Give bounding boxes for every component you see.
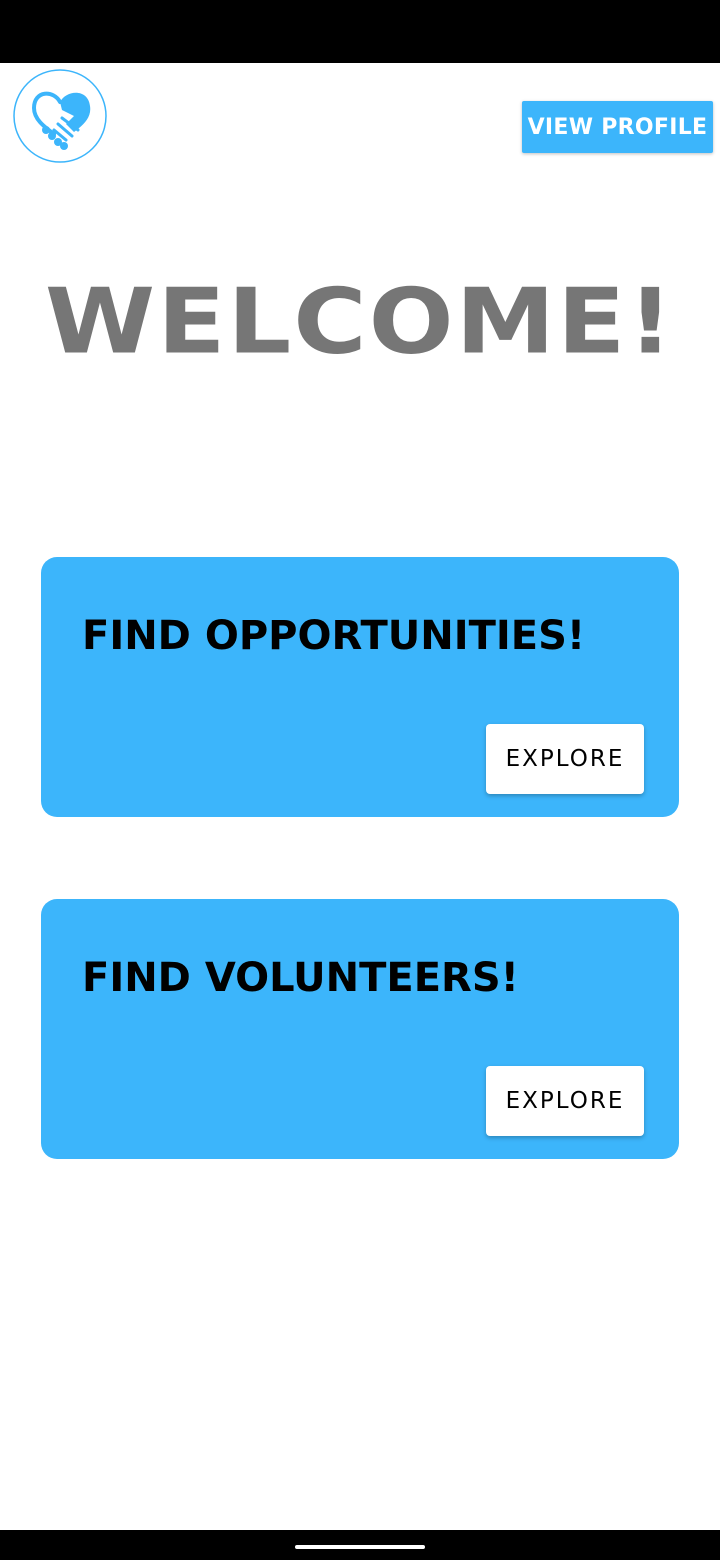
home-indicator[interactable] bbox=[295, 1545, 425, 1549]
explore-opportunities-button[interactable]: EXPLORE bbox=[486, 724, 644, 794]
find-opportunities-title: FIND OPPORTUNITIES! bbox=[82, 613, 586, 659]
view-profile-button[interactable]: VIEW PROFILE bbox=[522, 101, 713, 153]
handshake-heart-icon[interactable] bbox=[12, 68, 108, 164]
find-volunteers-card: FIND VOLUNTEERS! EXPLORE bbox=[41, 899, 679, 1159]
welcome-title: WELCOME! bbox=[44, 268, 676, 375]
find-opportunities-card: FIND OPPORTUNITIES! EXPLORE bbox=[41, 557, 679, 817]
status-bar bbox=[0, 0, 720, 63]
home-screen: VIEW PROFILE WELCOME! FIND OPPORTUNITIES… bbox=[0, 0, 720, 1560]
find-volunteers-title: FIND VOLUNTEERS! bbox=[82, 955, 519, 1001]
explore-volunteers-button[interactable]: EXPLORE bbox=[486, 1066, 644, 1136]
